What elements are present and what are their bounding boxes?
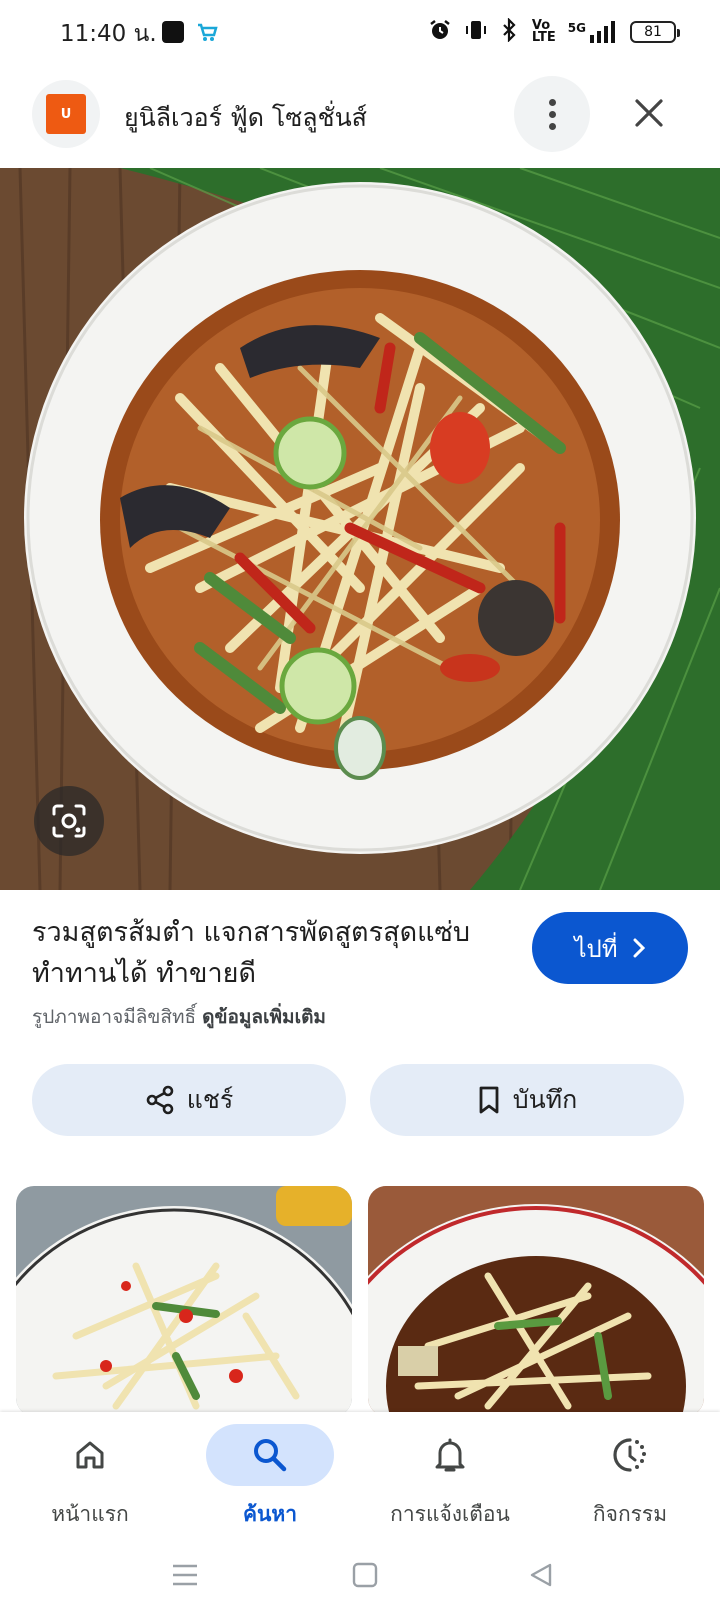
nav-pill <box>566 1424 694 1486</box>
bookmark-icon <box>479 1086 499 1114</box>
lens-icon <box>52 804 86 838</box>
recent-apps-button[interactable] <box>160 1550 210 1600</box>
visit-label: ไปที่ <box>574 934 618 963</box>
related-image[interactable] <box>368 1186 704 1416</box>
shopping-cart-icon <box>196 21 218 43</box>
nav-label: การแจ้งเตือน <box>390 1502 510 1526</box>
more-options-button[interactable] <box>514 76 590 152</box>
status-bar: 11:40 น. Vo LTE 5G 81 <box>0 0 720 64</box>
unilever-logo-icon: U <box>46 94 86 134</box>
som-tam-photo <box>0 168 720 890</box>
menu-icon <box>173 1564 197 1586</box>
share-icon <box>146 1085 174 1115</box>
battery-indicator: 81 <box>630 21 680 43</box>
nav-label: ค้นหา <box>242 1502 298 1526</box>
vibrate-icon <box>464 18 488 47</box>
more-dot-icon <box>548 98 556 106</box>
share-button[interactable]: แชร์ <box>32 1064 346 1136</box>
signal-icon: 5G <box>568 21 618 43</box>
notification-app-icon <box>162 21 184 43</box>
search-icon <box>254 1439 287 1472</box>
share-label: แชร์ <box>186 1085 234 1114</box>
bell-icon <box>435 1438 465 1472</box>
related-thumbnail-1 <box>16 1186 352 1416</box>
nav-pill <box>26 1424 154 1486</box>
logo-letter: U <box>60 106 72 122</box>
system-navigation-bar <box>0 1536 720 1612</box>
site-logo[interactable]: U <box>32 80 100 148</box>
volte-icon: Vo LTE <box>531 18 556 45</box>
main-image[interactable] <box>0 168 720 890</box>
back-system-button[interactable] <box>516 1550 566 1600</box>
result-title[interactable]: รวมสูตรส้มตำ แจกสารพัดสูตรสุดแซ่บ ทำทานไ… <box>32 912 502 994</box>
home-icon <box>76 1441 104 1469</box>
activity-icon <box>613 1438 646 1472</box>
nav-pill <box>386 1424 514 1486</box>
nav-item-search[interactable]: ค้นหา <box>180 1412 360 1536</box>
site-name[interactable]: ยูนิลีเวอร์ ฟู้ด โซลูชั่นส์ <box>124 98 367 138</box>
related-thumbnail-2 <box>368 1186 704 1416</box>
home-system-button[interactable] <box>340 1550 390 1600</box>
nav-item-home[interactable]: หน้าแรก <box>0 1412 180 1536</box>
alarm-icon <box>428 18 452 47</box>
bluetooth-icon <box>500 16 520 47</box>
related-image[interactable] <box>16 1186 352 1416</box>
lens-button[interactable] <box>34 786 104 856</box>
network-type-label: 5G <box>567 21 586 35</box>
copyright-text: รูปภาพอาจมีลิขสิทธิ์ <box>32 1006 197 1028</box>
save-label: บันทึก <box>512 1085 578 1114</box>
save-button[interactable]: บันทึก <box>370 1064 684 1136</box>
nav-pill <box>206 1424 334 1486</box>
close-icon <box>635 99 663 127</box>
nav-label: หน้าแรก <box>51 1502 129 1526</box>
copyright-notice: รูปภาพอาจมีลิขสิทธิ์ ดูข้อมูลเพิ่มเติม <box>32 1002 326 1032</box>
learn-more-link[interactable]: ดูข้อมูลเพิ่มเติม <box>202 1006 326 1028</box>
bottom-navigation: หน้าแรก ค้นหา การแจ้งเตือน กิจกรรม <box>0 1412 720 1536</box>
back-triangle-icon <box>530 1563 552 1587</box>
more-dot-icon <box>548 110 556 118</box>
status-indicators: Vo LTE 5G 81 <box>428 16 680 47</box>
chevron-right-icon <box>633 938 645 958</box>
close-button[interactable] <box>622 86 676 140</box>
more-dot-icon <box>548 122 556 130</box>
square-icon <box>352 1562 378 1588</box>
nav-item-notifications[interactable]: การแจ้งเตือน <box>360 1412 540 1536</box>
visit-button[interactable]: ไปที่ <box>532 912 688 984</box>
nav-item-activity[interactable]: กิจกรรม <box>540 1412 720 1536</box>
nav-label: กิจกรรม <box>592 1502 668 1526</box>
status-time: 11:40 น. <box>60 21 157 47</box>
source-header: U ยูนิลีเวอร์ ฟู้ด โซลูชั่นส์ <box>0 72 720 168</box>
